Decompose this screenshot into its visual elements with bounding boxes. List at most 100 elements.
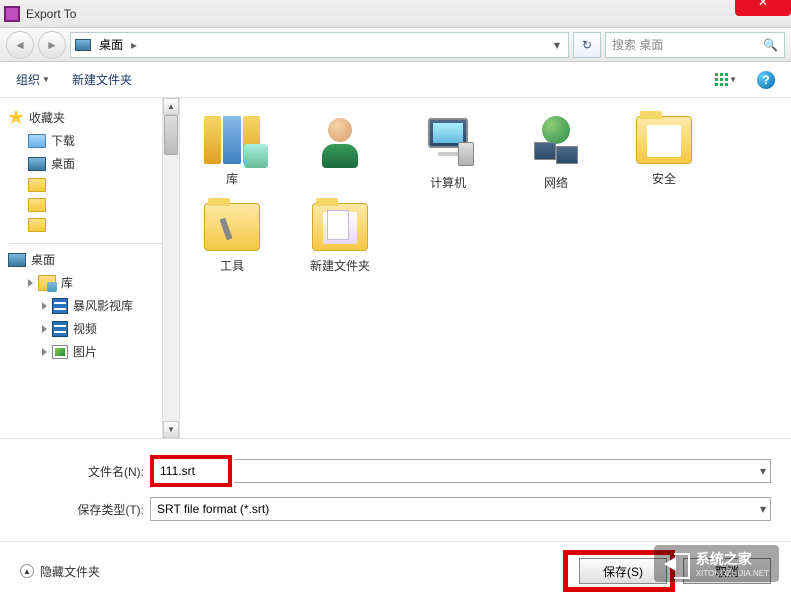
sidebar-folder-2[interactable] (6, 195, 175, 215)
network-icon (528, 116, 584, 168)
sidebar-scrollbar[interactable]: ▲ ▼ (162, 98, 179, 438)
filename-input-ext[interactable]: ▾ (234, 459, 771, 483)
sidebar-item-label: 视频 (73, 320, 97, 337)
item-library[interactable]: 库 (192, 116, 272, 191)
search-placeholder: 搜索 桌面 (612, 36, 663, 53)
scroll-thumb[interactable] (164, 115, 178, 155)
desktop-icon (28, 157, 46, 171)
breadcrumb[interactable]: 桌面 (95, 36, 127, 53)
picture-icon (52, 345, 68, 359)
refresh-button[interactable]: ↻ (573, 32, 601, 58)
chevron-down-icon[interactable]: ▾ (550, 38, 564, 52)
scroll-down-icon[interactable]: ▼ (163, 421, 179, 438)
toolbar: 组织 ▼ 新建文件夹 ▼ ? (0, 62, 791, 98)
sidebar-pictures[interactable]: 图片 (6, 340, 175, 363)
scroll-up-icon[interactable]: ▲ (163, 98, 179, 115)
expand-icon[interactable] (42, 348, 47, 356)
help-icon: ? (757, 71, 775, 89)
hide-folders-button[interactable]: ▲ 隐藏文件夹 (20, 563, 100, 580)
organize-button[interactable]: 组织 ▼ (14, 67, 52, 92)
hide-folders-label: 隐藏文件夹 (40, 563, 100, 580)
filename-value: 111.srt (160, 464, 195, 478)
sidebar-desktop[interactable]: 桌面 (6, 152, 175, 175)
item-user[interactable] (300, 116, 380, 191)
item-security[interactable]: 安全 (624, 116, 704, 191)
item-computer[interactable]: 计算机 (408, 116, 488, 191)
folder-icon (28, 178, 46, 192)
chevron-right-icon[interactable]: ▸ (131, 38, 137, 52)
new-folder-label: 新建文件夹 (72, 71, 132, 88)
sidebar-item-label: 桌面 (51, 155, 75, 172)
sidebar-folder-1[interactable] (6, 175, 175, 195)
refresh-icon: ↻ (582, 38, 592, 52)
forward-button[interactable]: ► (38, 31, 66, 59)
chevron-down-icon: ▼ (42, 75, 50, 84)
expand-icon[interactable] (42, 325, 47, 333)
sidebar-stormlib[interactable]: 暴风影视库 (6, 294, 175, 317)
bottom-panel: 文件名(N): 111.srt ▾ 保存类型(T): SRT file form… (0, 438, 791, 541)
chevron-down-icon[interactable]: ▾ (760, 464, 766, 478)
watermark-logo-icon (664, 553, 690, 575)
item-new-folder[interactable]: 新建文件夹 (300, 203, 380, 274)
sidebar-favorites[interactable]: 收藏夹 (6, 106, 175, 129)
item-label: 安全 (652, 170, 676, 187)
filetype-row: 保存类型(T): SRT file format (*.srt) ▾ (20, 497, 771, 521)
filename-row: 文件名(N): 111.srt ▾ (20, 455, 771, 487)
item-tools[interactable]: 工具 (192, 203, 272, 274)
file-area[interactable]: 库 计算机 网络 安全 工具 (180, 98, 791, 438)
sidebar-item-label: 图片 (73, 343, 97, 360)
sidebar: 收藏夹 下载 桌面 桌面 (0, 98, 180, 438)
filetype-label: 保存类型(T): (20, 501, 150, 518)
tree: 收藏夹 下载 桌面 桌面 (0, 98, 179, 371)
back-button[interactable]: ◄ (6, 31, 34, 59)
organize-label: 组织 (16, 71, 40, 88)
star-icon (8, 110, 24, 126)
arrow-right-icon: ► (46, 38, 58, 52)
library-icon (204, 116, 260, 164)
filetype-select[interactable]: SRT file format (*.srt) ▾ (150, 497, 771, 521)
folder-icon (28, 134, 46, 148)
chevron-down-icon[interactable]: ▾ (760, 502, 766, 516)
help-button[interactable]: ? (755, 69, 777, 91)
address-bar[interactable]: 桌面 ▸ ▾ (70, 32, 569, 58)
sidebar-item-label: 收藏夹 (29, 109, 65, 126)
computer-icon (420, 116, 476, 168)
expand-icon[interactable] (28, 279, 33, 287)
folder-icon (28, 198, 46, 212)
search-input[interactable]: 搜索 桌面 🔍 (605, 32, 785, 58)
folder-icon (636, 116, 692, 164)
filename-label: 文件名(N): (20, 463, 150, 480)
new-folder-button[interactable]: 新建文件夹 (70, 67, 134, 92)
watermark-sub: XITONGZHIJIA.NET (696, 569, 769, 578)
search-icon: 🔍 (763, 38, 778, 52)
video-icon (52, 321, 68, 337)
save-label: 保存(S) (603, 563, 643, 580)
filename-input[interactable]: 111.srt (154, 459, 228, 483)
sidebar-library[interactable]: 库 (6, 271, 175, 294)
sidebar-item-label: 库 (61, 274, 73, 291)
filetype-value: SRT file format (*.srt) (157, 502, 269, 516)
sidebar-desktop-root[interactable]: 桌面 (6, 248, 175, 271)
view-button[interactable]: ▼ (715, 69, 737, 91)
film-icon (52, 298, 68, 314)
item-network[interactable]: 网络 (516, 116, 596, 191)
expand-icon[interactable] (42, 302, 47, 310)
divider (10, 243, 171, 244)
sidebar-folder-3[interactable] (6, 215, 175, 235)
folder-icon (312, 203, 368, 251)
body: 收藏夹 下载 桌面 桌面 (0, 98, 791, 438)
item-label: 计算机 (430, 174, 466, 191)
desktop-icon (8, 253, 26, 267)
navbar: ◄ ► 桌面 ▸ ▾ ↻ 搜索 桌面 🔍 (0, 28, 791, 62)
folder-icon (28, 218, 46, 232)
sidebar-video[interactable]: 视频 (6, 317, 175, 340)
item-label: 新建文件夹 (310, 257, 370, 274)
collapse-icon: ▲ (20, 564, 34, 578)
item-label: 网络 (544, 174, 568, 191)
arrow-left-icon: ◄ (14, 38, 26, 52)
sidebar-item-label: 暴风影视库 (73, 297, 133, 314)
app-icon (4, 6, 20, 22)
close-button[interactable]: ✕ (735, 0, 791, 16)
sidebar-downloads[interactable]: 下载 (6, 129, 175, 152)
chevron-down-icon: ▼ (729, 75, 737, 84)
